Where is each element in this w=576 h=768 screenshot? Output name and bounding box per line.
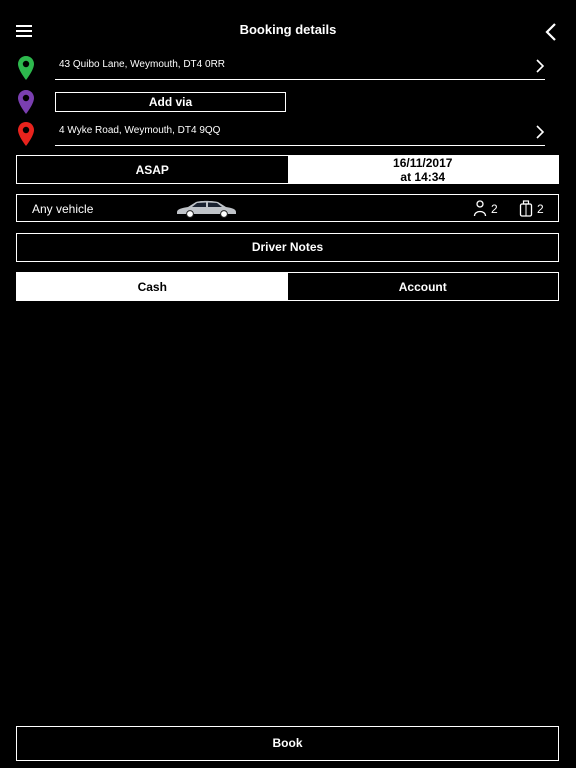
car-icon (174, 199, 238, 219)
via-pin-icon (16, 89, 36, 115)
booking-date: 16/11/2017 (393, 155, 453, 170)
passenger-count: 2 (491, 202, 498, 216)
asap-button[interactable]: ASAP (17, 156, 288, 183)
pickup-pin-icon (16, 55, 36, 81)
luggage-icon (519, 200, 533, 217)
vehicle-selector[interactable]: Any vehicle 2 2 (16, 194, 559, 222)
page-title: Booking details (239, 22, 337, 37)
vehicle-label: Any vehicle (32, 202, 94, 216)
chevron-right-icon (535, 58, 545, 74)
chevron-right-icon (535, 124, 545, 140)
dropoff-pin-icon (16, 121, 36, 147)
luggage-count: 2 (537, 202, 544, 216)
chevron-left-icon[interactable] (543, 22, 559, 42)
pickup-address-field[interactable]: 43 Quibo Lane, Weymouth, DT4 0RR (55, 55, 545, 80)
account-button[interactable]: Account (287, 273, 558, 300)
dropoff-address: 4 Wyke Road, Weymouth, DT4 9QQ (59, 125, 221, 136)
datetime-button[interactable]: 16/11/2017 at 14:34 (287, 155, 558, 184)
timing-selector: ASAP 16/11/2017 at 14:34 (16, 155, 559, 184)
pickup-address: 43 Quibo Lane, Weymouth, DT4 0RR (59, 59, 226, 70)
cash-button[interactable]: Cash (17, 273, 288, 300)
driver-notes-button[interactable]: Driver Notes (16, 233, 559, 262)
book-button[interactable]: Book (16, 726, 559, 761)
booking-time: at 14:34 (400, 169, 446, 184)
person-icon (473, 200, 487, 217)
payment-selector: Cash Account (16, 272, 559, 301)
dropoff-address-field[interactable]: 4 Wyke Road, Weymouth, DT4 9QQ (55, 121, 545, 146)
add-via-button[interactable]: Add via (55, 92, 286, 112)
